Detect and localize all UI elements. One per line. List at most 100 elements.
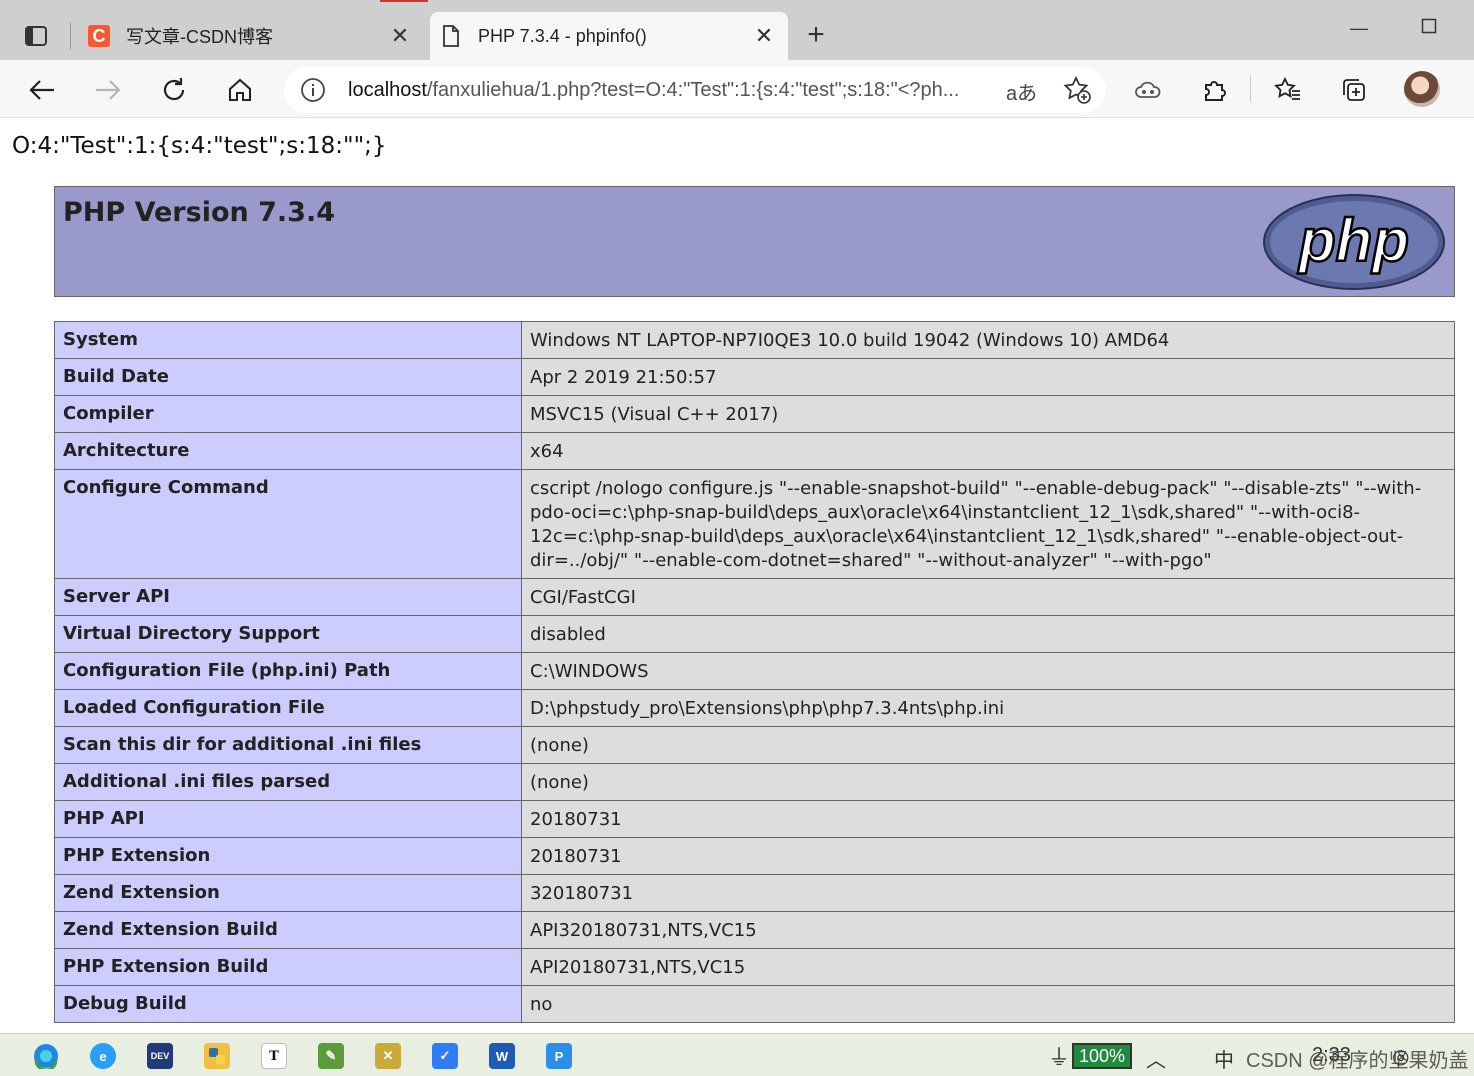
row-value: 20180731 (521, 800, 1455, 838)
maximize-button[interactable] (1414, 18, 1444, 42)
row-value: MSVC15 (Visual C++ 2017) (521, 395, 1455, 433)
notepad-app-icon[interactable]: ✎ (318, 1043, 344, 1069)
row-label: Compiler (54, 395, 522, 433)
word-app-icon[interactable]: W (489, 1043, 515, 1069)
info-icon[interactable] (300, 77, 326, 103)
echo-output: O:4:"Test":1:{s:4:"test";s:18:"";} (12, 133, 387, 159)
notification-icon[interactable]: ◎ (1392, 1044, 1409, 1069)
tools-app-icon[interactable]: ✕ (375, 1043, 401, 1069)
row-label: Configuration File (php.ini) Path (54, 652, 522, 690)
row-label: Server API (54, 578, 522, 616)
chevron-up-icon[interactable]: ︿ (1146, 1044, 1166, 1073)
table-row: Additional .ini files parsed (none) (54, 763, 1455, 801)
row-value: API20180731,NTS,VC15 (521, 948, 1455, 986)
arrow-left-icon (29, 80, 54, 100)
table-row: PHP Extension Build API20180731,NTS,VC15 (54, 948, 1455, 986)
table-row: Scan this dir for additional .ini files(… (54, 726, 1455, 764)
row-label: Virtual Directory Support (54, 615, 522, 653)
table-row: Virtual Directory Support disabled (54, 615, 1455, 653)
row-value: API320180731,NTS,VC15 (521, 911, 1455, 949)
address-bar[interactable]: localhost/fanxuliehua/1.php?test=O:4:"Te… (284, 67, 1106, 113)
row-value: (none) (521, 763, 1455, 801)
battery-indicator[interactable]: 100% (1072, 1043, 1132, 1069)
row-label: Configure Command (54, 469, 522, 579)
loading-indicator (380, 0, 428, 2)
collections-icon (1343, 79, 1365, 101)
table-row: Configuration File (php.ini) Path C:\WIND… (54, 652, 1455, 690)
row-value: disabled (521, 615, 1455, 653)
refresh-button[interactable] (156, 72, 192, 108)
tab-actions-button[interactable] (14, 20, 58, 52)
row-label: Scan this dir for additional .ini files (54, 726, 522, 764)
tab-title: 写文章-CSDN博客 (126, 27, 273, 47)
row-label: Build Date (54, 358, 522, 396)
refresh-icon (163, 78, 185, 101)
typora-app-icon[interactable]: T (261, 1043, 287, 1069)
php-logo[interactable]: php (1262, 193, 1446, 291)
row-label: Additional .ini files parsed (54, 763, 522, 801)
tab-phpinfo[interactable]: PHP 7.3.4 - phpinfo() ✕ (430, 12, 788, 60)
address-url[interactable]: localhost/fanxuliehua/1.php?test=O:4:"Te… (348, 79, 959, 102)
table-row: Configure Command cscript /nologo configu… (54, 469, 1455, 579)
table-row: System Windows NT LAPTOP-NP7I0QE3 10.0 bu… (54, 321, 1455, 359)
tab-csdn[interactable]: C 写文章-CSDN博客 ✕ (78, 12, 424, 60)
tab-strip: C 写文章-CSDN博客 ✕ PHP 7.3.4 - phpinfo() ✕ +… (0, 0, 1474, 60)
row-value: 320180731 (521, 874, 1455, 912)
home-button[interactable] (222, 72, 258, 108)
ie-app-icon[interactable]: e (90, 1043, 116, 1069)
maximize-icon (1421, 18, 1437, 34)
table-row: Debug Build no (54, 985, 1455, 1023)
row-label: PHP Extension Build (54, 948, 522, 986)
row-value: 20180731 (521, 837, 1455, 875)
extensions-button[interactable] (1196, 72, 1232, 108)
python-app-icon[interactable] (204, 1043, 230, 1069)
new-tab-button[interactable]: + (800, 20, 832, 52)
table-row: PHP API 20180731 (54, 800, 1455, 838)
browser-toolbar: localhost/fanxuliehua/1.php?test=O:4:"Te… (0, 60, 1474, 118)
arrow-right-icon (96, 80, 121, 100)
feishu-app-icon[interactable]: ✓ (432, 1043, 458, 1069)
devcpp-app-icon[interactable]: DEV (147, 1043, 173, 1069)
tab-separator (70, 22, 71, 50)
toolbar-separator (1250, 76, 1251, 102)
forward-button[interactable] (90, 72, 126, 108)
tab-title: PHP 7.3.4 - phpinfo() (478, 25, 647, 46)
url-path: /fanxuliehua/1.php?test=O:4:"Test":1:{s:… (426, 79, 960, 101)
row-label: Zend Extension (54, 874, 522, 912)
phpinfo-table: System Windows NT LAPTOP-NP7I0QE3 10.0 bu… (54, 321, 1455, 1023)
tab-actions-icon (25, 26, 47, 46)
close-tab-icon[interactable]: ✕ (752, 24, 776, 48)
row-value: (none) (521, 726, 1455, 764)
read-aloud-button[interactable]: aあ (1006, 77, 1037, 106)
url-host: localhost (348, 79, 427, 101)
p-app-icon[interactable]: P (546, 1043, 572, 1069)
back-button[interactable] (24, 72, 60, 108)
row-label: Debug Build (54, 985, 522, 1023)
favorites-icon (1274, 77, 1300, 100)
row-value: D:\phpstudy_pro\Extensions\php\php7.3.4n… (521, 689, 1455, 727)
row-label: Loaded Configuration File (54, 689, 522, 727)
csdn-icon: C (88, 25, 110, 47)
edge-app-icon[interactable] (33, 1043, 59, 1069)
csdn-watermark: CSDN @程序的坚果奶盖 (1246, 1050, 1469, 1072)
profile-avatar[interactable] (1404, 71, 1440, 107)
close-tab-icon[interactable]: ✕ (388, 24, 412, 48)
row-value: Apr 2 2019 21:50:57 (521, 358, 1455, 396)
table-row: Server API CGI/FastCGI (54, 578, 1455, 616)
collections-button[interactable] (1336, 72, 1372, 108)
table-row: Architecture x64 (54, 432, 1455, 470)
extension-cloud-button[interactable] (1130, 72, 1166, 108)
row-value: Windows NT LAPTOP-NP7I0QE3 10.0 build 19… (521, 321, 1455, 359)
ime-indicator[interactable]: 中 (1214, 1044, 1234, 1073)
row-label: Architecture (54, 432, 522, 470)
row-value: C:\WINDOWS (521, 652, 1455, 690)
php-logo-text: php (1297, 207, 1409, 274)
row-label: PHP API (54, 800, 522, 838)
minimize-button[interactable]: — (1344, 18, 1374, 42)
row-label: Zend Extension Build (54, 911, 522, 949)
add-favorite-icon[interactable] (1062, 75, 1092, 105)
php-version-title: PHP Version 7.3.4 (63, 197, 335, 228)
table-row: Compiler MSVC15 (Visual C++ 2017) (54, 395, 1455, 433)
favorites-button[interactable] (1270, 72, 1306, 108)
page-icon (440, 25, 462, 47)
